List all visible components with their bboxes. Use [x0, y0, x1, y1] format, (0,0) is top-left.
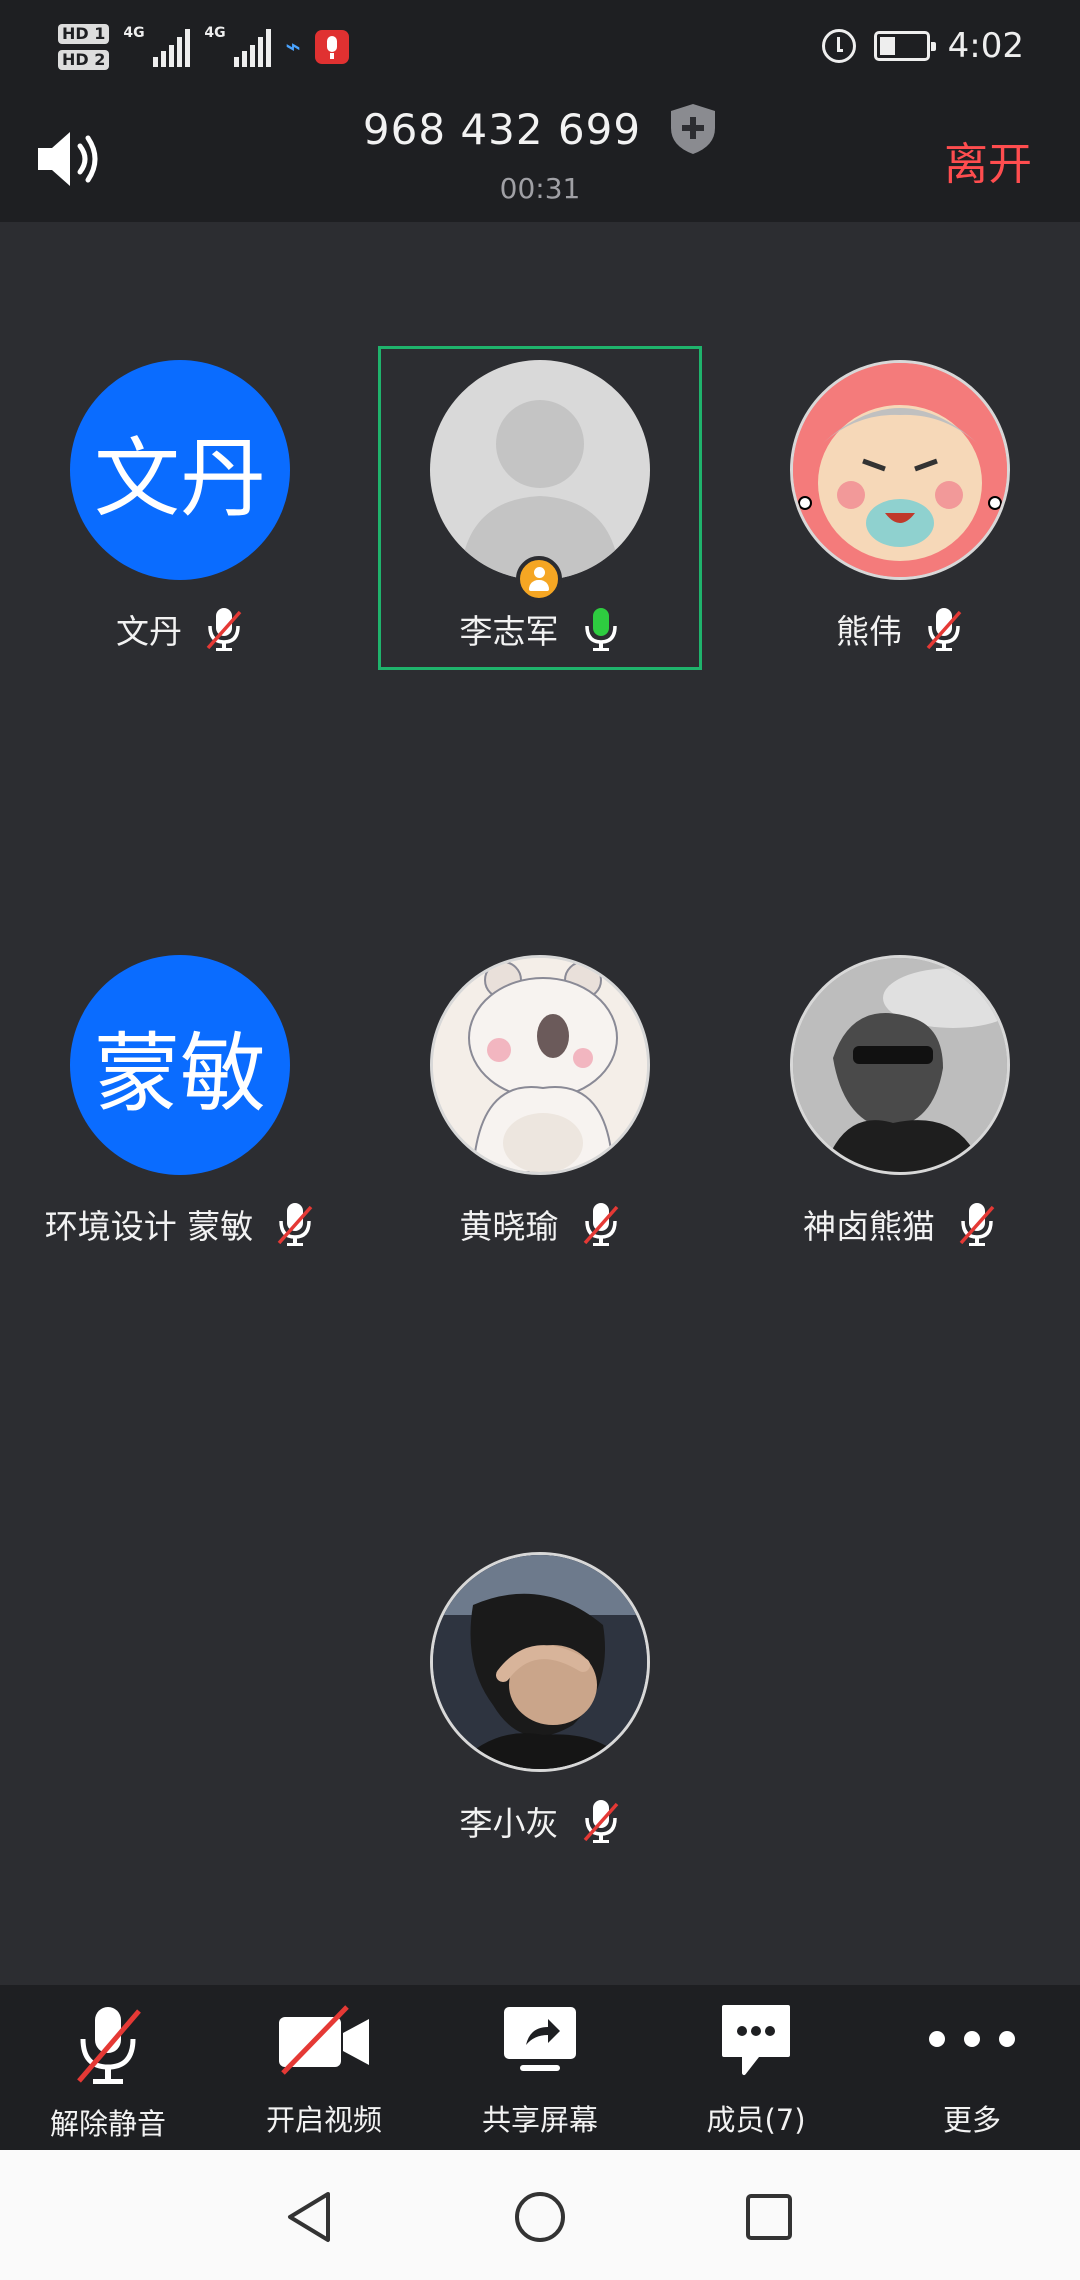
mic-active-icon [584, 608, 617, 651]
mic-muted-icon [582, 1201, 619, 1247]
hd-sim1-badge: HD 1 [58, 24, 110, 44]
more-dots-icon [929, 2031, 1015, 2047]
avatar [790, 360, 1010, 580]
participant-tile[interactable]: 李志军 [378, 360, 702, 670]
mic-muted-icon [277, 1201, 313, 1247]
participant-name: 李小灰 [459, 1804, 559, 1843]
participant-tile[interactable]: 文丹 文丹 [18, 360, 342, 670]
meeting-toolbar: 解除静音 开启视频 共享屏幕 成员(7) 更多 [0, 1985, 1080, 2150]
clock-time: 4:02 [947, 26, 1024, 66]
share-screen-button[interactable]: 共享屏幕 [432, 1985, 648, 2150]
start-video-button[interactable]: 开启视频 [216, 1985, 432, 2150]
status-bar: HD 1 HD 2 4G 4G ⌁ 4:02 [0, 0, 1080, 92]
cartoon-avatar-image [793, 363, 1007, 577]
avatar [430, 1552, 650, 1772]
more-label: 更多 [942, 2103, 1001, 2137]
recent-apps-icon[interactable] [744, 2192, 794, 2242]
members-button[interactable]: 成员(7) [648, 1985, 864, 2150]
participant-tile[interactable]: 熊伟 [738, 360, 1062, 670]
person-photo-image [793, 958, 1007, 1172]
system-navigation-bar [0, 2150, 1080, 2280]
avatar [430, 360, 650, 580]
alarm-icon [821, 29, 856, 63]
avatar [790, 955, 1010, 1175]
recording-mic-icon [315, 30, 350, 64]
mic-muted-icon [926, 606, 962, 652]
signal-icon: 4G [123, 25, 191, 67]
meeting-header: 968 432 699 00:31 离开 [0, 92, 1080, 222]
share-screen-label: 共享屏幕 [481, 2103, 598, 2137]
data-transfer-icon: ⌁ [285, 32, 302, 62]
mic-muted-icon [582, 1798, 619, 1844]
security-shield-icon[interactable] [669, 102, 717, 156]
start-video-label: 开启视频 [265, 2103, 382, 2137]
avatar: 文丹 [70, 360, 290, 580]
meeting-screen: { "status_bar": { "hd1": "HD 1", "hd2": … [0, 0, 1080, 2280]
participant-tile[interactable]: 神卤熊猫 [738, 955, 1062, 1265]
participant-name: 文丹 [116, 612, 182, 651]
mic-muted-icon [959, 1201, 995, 1247]
home-icon[interactable] [513, 2190, 567, 2244]
meeting-duration: 00:31 [499, 172, 581, 205]
battery-icon [873, 31, 936, 61]
unmute-button[interactable]: 解除静音 [0, 1985, 216, 2150]
participant-tile[interactable]: 李小灰 [378, 1552, 702, 1862]
unmute-label: 解除静音 [49, 2107, 166, 2141]
mic-muted-icon [77, 2007, 141, 2084]
participant-name: 黄晓瑜 [459, 1207, 559, 1246]
avatar: 蒙敏 [70, 955, 290, 1175]
participant-name: 神卤熊猫 [803, 1207, 935, 1246]
participant-name: 李志军 [459, 612, 559, 651]
share-screen-icon [504, 2007, 576, 2071]
avatar [430, 955, 650, 1175]
default-person-icon [460, 400, 620, 580]
bear-avatar-image [433, 958, 647, 1172]
video-off-icon [279, 2005, 369, 2075]
participant-tile[interactable]: 蒙敏 环境设计 蒙敏 [18, 955, 342, 1265]
signal-icon: 4G [204, 25, 272, 67]
host-badge-icon [516, 556, 562, 602]
person-photo-image [433, 1555, 647, 1769]
more-button[interactable]: 更多 [864, 1985, 1080, 2150]
network-type-label: 4G [204, 25, 226, 41]
meeting-id: 968 432 699 [362, 104, 642, 154]
mic-muted-icon [206, 606, 242, 652]
participant-name: 环境设计 蒙敏 [44, 1207, 254, 1246]
back-icon[interactable] [284, 2190, 336, 2244]
members-label: 成员(7) [706, 2103, 806, 2137]
participant-tile[interactable]: 黄晓瑜 [378, 955, 702, 1265]
hd-sim2-badge: HD 2 [58, 50, 110, 70]
members-chat-icon [722, 2005, 790, 2075]
network-type-label: 4G [123, 25, 145, 41]
leave-button[interactable]: 离开 [944, 128, 1032, 192]
participant-name: 熊伟 [836, 612, 902, 651]
